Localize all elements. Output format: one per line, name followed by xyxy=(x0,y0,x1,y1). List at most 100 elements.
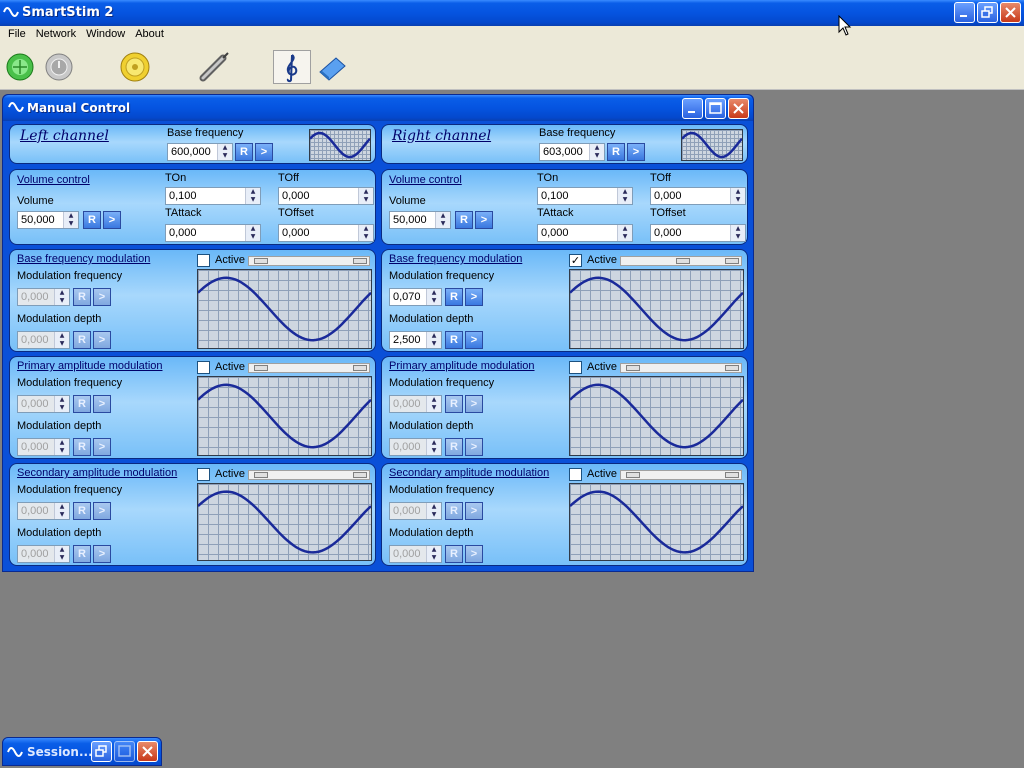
spinbox-arrows[interactable]: ▲ ▼ xyxy=(245,188,260,204)
manual-control-window[interactable]: Manual Control Left channel Base frequen… xyxy=(2,94,754,572)
spin-down-icon[interactable]: ▼ xyxy=(427,297,441,305)
maximize-button[interactable] xyxy=(705,98,726,119)
reset-button[interactable]: R xyxy=(445,331,463,349)
close-button[interactable] xyxy=(1000,2,1021,23)
number-spinbox[interactable]: 600,000 ▲ ▼ xyxy=(167,143,233,161)
reset-button[interactable]: R xyxy=(607,143,625,161)
restore-button[interactable] xyxy=(977,2,998,23)
spinbox-value[interactable]: 2,500 xyxy=(390,332,426,348)
slider-thumb[interactable] xyxy=(254,258,268,264)
spin-down-icon[interactable]: ▼ xyxy=(427,340,441,348)
spinbox-value[interactable]: 50,000 xyxy=(18,212,63,228)
spinbox-arrows[interactable]: ▲ ▼ xyxy=(358,188,373,204)
spinbox-value[interactable]: 0,100 xyxy=(166,188,245,204)
active-checkbox[interactable]: ✓ xyxy=(569,254,582,267)
menu-about[interactable]: About xyxy=(130,26,169,44)
slider-thumb[interactable] xyxy=(725,365,739,371)
restore-button[interactable] xyxy=(91,741,112,762)
apply-button[interactable]: > xyxy=(465,331,483,349)
spinbox-value[interactable]: 0,000 xyxy=(651,225,730,241)
spin-up-icon[interactable]: ▲ xyxy=(359,225,373,233)
spinbox-arrows[interactable]: ▲ ▼ xyxy=(426,332,441,348)
spinbox-arrows[interactable]: ▲ ▼ xyxy=(589,144,604,160)
number-spinbox[interactable]: 0,000 ▲ ▼ xyxy=(650,224,746,242)
spinbox-value[interactable]: 50,000 xyxy=(390,212,435,228)
session-window-minimized[interactable]: Session... xyxy=(2,737,162,766)
spin-up-icon[interactable]: ▲ xyxy=(246,225,260,233)
spinbox-value[interactable]: 0,100 xyxy=(538,188,617,204)
modulation-slider[interactable] xyxy=(248,470,370,480)
spin-up-icon[interactable]: ▲ xyxy=(731,188,745,196)
apply-button[interactable]: > xyxy=(627,143,645,161)
spinbox-arrows[interactable]: ▲ ▼ xyxy=(217,144,232,160)
sun-dial-button[interactable] xyxy=(119,50,151,84)
power-button[interactable] xyxy=(43,50,75,84)
spin-up-icon[interactable]: ▲ xyxy=(359,188,373,196)
spinbox-value[interactable]: 0,000 xyxy=(279,188,358,204)
spin-down-icon[interactable]: ▼ xyxy=(731,233,745,241)
modulation-slider[interactable] xyxy=(248,256,370,266)
spin-down-icon[interactable]: ▼ xyxy=(618,233,632,241)
menu-network[interactable]: Network xyxy=(31,26,81,44)
spin-down-icon[interactable]: ▼ xyxy=(436,220,450,228)
spinbox-arrows[interactable]: ▲ ▼ xyxy=(617,225,632,241)
apply-button[interactable]: > xyxy=(103,211,121,229)
active-checkbox[interactable] xyxy=(569,468,582,481)
modulation-slider[interactable] xyxy=(620,470,742,480)
slider-thumb[interactable] xyxy=(254,365,268,371)
spinbox-value[interactable]: 0,000 xyxy=(538,225,617,241)
spinbox-value[interactable]: 0,000 xyxy=(279,225,358,241)
spin-up-icon[interactable]: ▲ xyxy=(218,144,232,152)
number-spinbox[interactable]: 603,000 ▲ ▼ xyxy=(539,143,605,161)
number-spinbox[interactable]: 0,000 ▲ ▼ xyxy=(278,224,374,242)
minimize-button[interactable] xyxy=(954,2,975,23)
spin-up-icon[interactable]: ▲ xyxy=(436,212,450,220)
spin-down-icon[interactable]: ▼ xyxy=(359,233,373,241)
menu-file[interactable]: File xyxy=(3,26,31,44)
number-spinbox[interactable]: 0,070 ▲ ▼ xyxy=(389,288,442,306)
menu-window[interactable]: Window xyxy=(81,26,130,44)
spinbox-arrows[interactable]: ▲ ▼ xyxy=(435,212,450,228)
spinbox-arrows[interactable]: ▲ ▼ xyxy=(63,212,78,228)
spinbox-value[interactable]: 0,000 xyxy=(166,225,245,241)
spin-down-icon[interactable]: ▼ xyxy=(246,196,260,204)
slider-thumb[interactable] xyxy=(676,258,690,264)
number-spinbox[interactable]: 0,100 ▲ ▼ xyxy=(537,187,633,205)
spinbox-arrows[interactable]: ▲ ▼ xyxy=(358,225,373,241)
probe-button[interactable] xyxy=(197,50,229,84)
spinbox-value[interactable]: 0,000 xyxy=(651,188,730,204)
spin-down-icon[interactable]: ▼ xyxy=(618,196,632,204)
slider-thumb[interactable] xyxy=(353,472,367,478)
number-spinbox[interactable]: 0,000 ▲ ▼ xyxy=(278,187,374,205)
spinbox-value[interactable]: 600,000 xyxy=(168,144,217,160)
reset-button[interactable]: R xyxy=(235,143,253,161)
spin-down-icon[interactable]: ▼ xyxy=(218,152,232,160)
spinbox-arrows[interactable]: ▲ ▼ xyxy=(245,225,260,241)
spinbox-arrows[interactable]: ▲ ▼ xyxy=(730,188,745,204)
slider-thumb[interactable] xyxy=(353,258,367,264)
spin-down-icon[interactable]: ▼ xyxy=(359,196,373,204)
spin-up-icon[interactable]: ▲ xyxy=(618,225,632,233)
spin-down-icon[interactable]: ▼ xyxy=(246,233,260,241)
slider-thumb[interactable] xyxy=(254,472,268,478)
number-spinbox[interactable]: 0,100 ▲ ▼ xyxy=(165,187,261,205)
apply-button[interactable]: > xyxy=(465,288,483,306)
start-button[interactable] xyxy=(4,50,36,84)
spin-up-icon[interactable]: ▲ xyxy=(427,332,441,340)
spinbox-value[interactable]: 0,070 xyxy=(390,289,426,305)
minimize-button[interactable] xyxy=(682,98,703,119)
number-spinbox[interactable]: 0,000 ▲ ▼ xyxy=(537,224,633,242)
slider-thumb[interactable] xyxy=(626,365,640,371)
maximize-button[interactable] xyxy=(114,741,135,762)
reset-button[interactable]: R xyxy=(445,288,463,306)
close-button[interactable] xyxy=(728,98,749,119)
spin-up-icon[interactable]: ▲ xyxy=(246,188,260,196)
spin-up-icon[interactable]: ▲ xyxy=(427,289,441,297)
active-checkbox[interactable] xyxy=(569,361,582,374)
apply-button[interactable]: > xyxy=(475,211,493,229)
spin-down-icon[interactable]: ▼ xyxy=(64,220,78,228)
slider-thumb[interactable] xyxy=(626,472,640,478)
slider-thumb[interactable] xyxy=(725,472,739,478)
slider-thumb[interactable] xyxy=(725,258,739,264)
spinbox-arrows[interactable]: ▲ ▼ xyxy=(617,188,632,204)
